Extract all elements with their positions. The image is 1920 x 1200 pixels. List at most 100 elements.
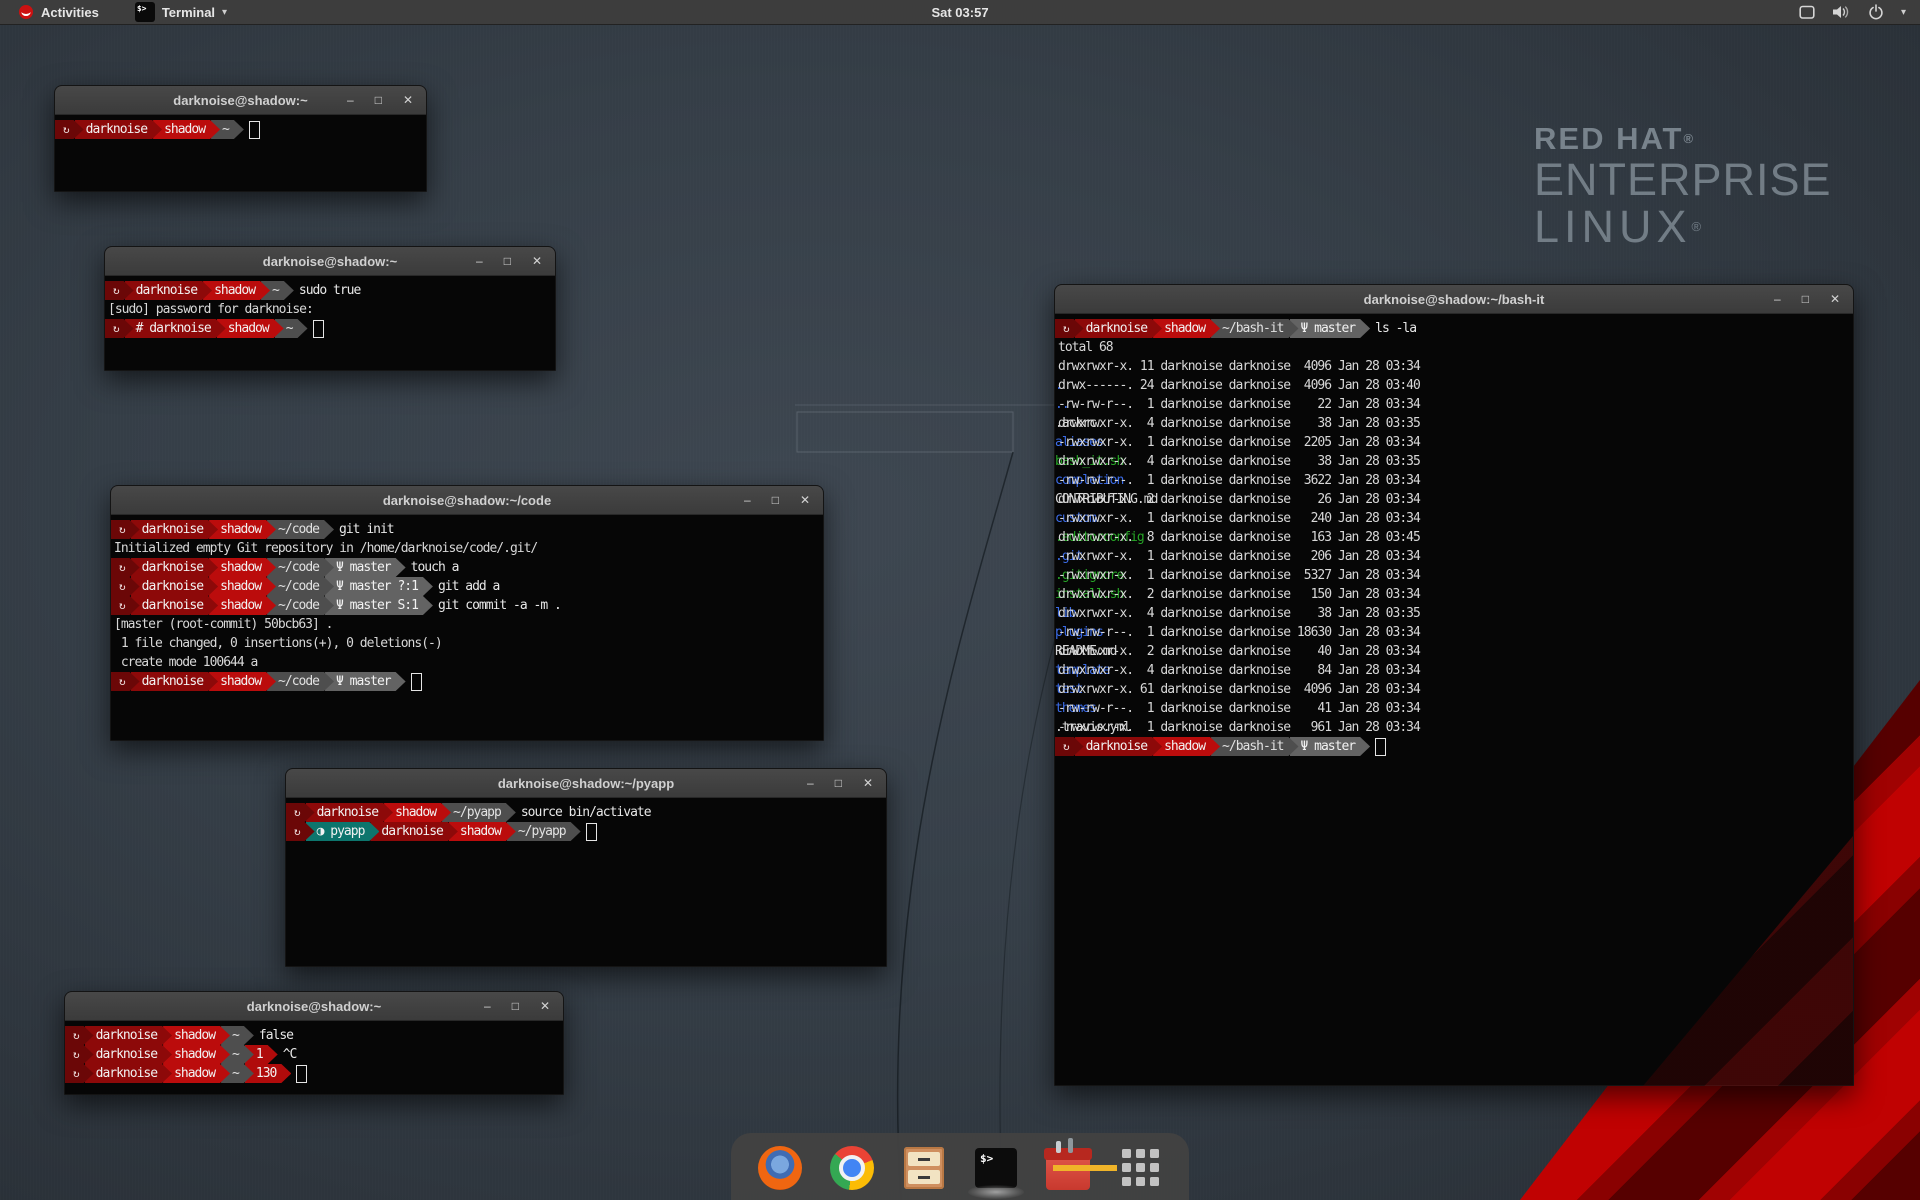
minimize-button[interactable]: – [1774,285,1781,313]
terminal-output-line: create mode 100644 a [111,653,823,672]
terminal-body[interactable]: ↻darknoiseshadow~/bash-itΨ masterls -lat… [1055,314,1853,1086]
terminal-body[interactable]: ↻darknoiseshadow~ [55,115,426,192]
shell-cursor [313,320,324,338]
volume-icon[interactable] [1832,4,1851,20]
ls-row: -rw-rw-r--. 1 darknoise darknoise 22 Jan… [1055,395,1853,414]
close-button[interactable]: ✕ [863,769,873,797]
prompt-segment-host: shadow [163,1064,230,1083]
terminal-output-text: [master (root-commit) 50bcb63] . [111,615,823,634]
prompt-segment-branch: Ψ master [325,672,406,691]
window-titlebar[interactable]: darknoise@shadow:~/bash-it–□✕ [1055,285,1853,314]
minimize-button[interactable]: – [744,486,751,514]
prompt-segment-user: darknoise [131,558,218,577]
dock-item-files[interactable] [901,1145,947,1191]
dock-item-chrome[interactable] [829,1145,875,1191]
prompt-segment-host: shadow [1153,319,1220,338]
ls-row: drwxrwxr-x. 2 darknoise darknoise 40 Jan… [1055,642,1853,661]
close-button[interactable]: ✕ [540,992,550,1020]
window-controls: –□ ✕ [484,992,563,1020]
window-titlebar[interactable]: darknoise@shadow:~/code–□✕ [111,486,823,515]
brand-line-1: RED HAT® [1534,122,1832,156]
dock: $> [731,1133,1189,1200]
prompt-segment-host: shadow [203,281,270,300]
terminal-body[interactable]: ↻darknoiseshadow~sudo true[sudo] passwor… [105,276,555,371]
close-button[interactable]: ✕ [800,486,810,514]
shell-command: ls -la [1375,319,1416,338]
shell-command: sudo true [299,281,360,300]
minimize-button[interactable]: – [476,247,483,275]
clock[interactable]: Sat 03:57 [931,5,988,20]
terminal-output-line: 1 file changed, 0 insertions(+), 0 delet… [111,634,823,653]
ls-row: -rw-rw-r--. 1 darknoise darknoise 3622 J… [1055,471,1853,490]
terminal-body[interactable]: ↻darknoiseshadow~false↻darknoiseshadow~1… [65,1021,563,1095]
ls-row: drwxrwxr-x. 2 darknoise darknoise 26 Jan… [1055,490,1853,509]
prompt-segment-path: ~/pyapp [442,803,516,822]
files-icon [904,1147,944,1189]
ls-row-meta: -rw-rw-r--. 1 darknoise darknoise 3622 J… [1055,471,1853,490]
terminal-app-icon: $> [135,2,155,22]
terminal-output-line: [sudo] password for darknoise: [105,300,555,319]
maximize-button[interactable]: □ [375,86,382,114]
maximize-button[interactable]: □ [1802,285,1809,313]
terminal-prompt-line: ↻darknoiseshadow~130 [65,1064,563,1083]
shell-cursor [249,121,260,139]
shell-cursor [586,823,597,841]
ls-row-meta: drwxrwxr-x. 4 darknoise darknoise 38 Jan… [1055,452,1853,471]
prompt-segment-host: shadow [209,672,276,691]
redhat-logo-icon [18,4,34,20]
window-titlebar[interactable]: darknoise@shadow:~–□✕ [55,86,426,115]
dock-item-firefox[interactable] [757,1145,803,1191]
prompt-segment-host: shadow [163,1026,230,1045]
prompt-segment-path: ~/bash-it [1211,737,1298,756]
display-icon[interactable] [1799,5,1815,20]
app-menu-label: Terminal [162,5,215,20]
terminal-icon: $> [975,1148,1017,1188]
activities-label: Activities [41,5,99,20]
ls-row-meta: -rwxrwxr-x. 1 darknoise darknoise 206 Ja… [1055,547,1853,566]
minimize-button[interactable]: – [347,86,354,114]
window-titlebar[interactable]: darknoise@shadow:~/pyapp–□✕ [286,769,886,798]
prompt-segment-host: shadow [1153,737,1220,756]
terminal-body[interactable]: ↻darknoiseshadow~/codegit initInitialize… [111,515,823,741]
ls-row-meta: drwxrwxr-x. 4 darknoise darknoise 38 Jan… [1055,604,1853,623]
prompt-segment-user: darknoise [131,520,218,539]
prompt-segment-user: darknoise [306,803,393,822]
close-button[interactable]: ✕ [1830,285,1840,313]
minimize-button[interactable]: – [484,992,491,1020]
dock-item-terminal[interactable]: $> [973,1145,1019,1191]
ls-row-meta: -rw-rw-r--. 1 darknoise darknoise 18630 … [1055,623,1853,642]
window-titlebar[interactable]: darknoise@shadow:~–□✕ [65,992,563,1021]
maximize-button[interactable]: □ [512,992,519,1020]
window-titlebar[interactable]: darknoise@shadow:~–□✕ [105,247,555,276]
app-grid-dot [1150,1163,1159,1172]
close-button[interactable]: ✕ [403,86,413,114]
shell-command: source bin/activate [521,803,651,822]
terminal-window-t2: darknoise@shadow:~–□✕↻darknoiseshadow~su… [104,246,556,371]
maximize-button[interactable]: □ [504,247,511,275]
app-menu-terminal[interactable]: $> Terminal ▾ [127,0,235,24]
terminal-prompt-line: ↻darknoiseshadow~/codeΨ master [111,672,823,691]
power-icon[interactable] [1868,4,1884,20]
prompt-segment-branch: Ψ master [1290,737,1371,756]
terminal-body[interactable]: ↻darknoiseshadow~/pyappsource bin/activa… [286,798,886,967]
ls-row: -rw-rw-r--. 1 darknoise darknoise 18630 … [1055,623,1853,642]
dock-item-toolbox[interactable] [1045,1145,1091,1191]
minimize-button[interactable]: – [807,769,814,797]
shell-command: git commit -a -m . [438,596,561,615]
close-button[interactable]: ✕ [532,247,542,275]
app-grid-dot [1150,1149,1159,1158]
terminal-output-line: total 68 [1055,338,1853,357]
ls-row-meta: drwxrwxr-x. 61 darknoise darknoise 4096 … [1055,680,1853,699]
shell-command: git add a [438,577,499,596]
tray-chevron-down-icon[interactable]: ▾ [1901,7,1906,18]
maximize-button[interactable]: □ [835,769,842,797]
terminal-window-t5: darknoise@shadow:~–□✕↻darknoiseshadow~fa… [64,991,564,1095]
activities-button[interactable]: Activities [10,0,107,24]
firefox-icon [758,1146,802,1190]
toolbox-icon [1046,1154,1090,1190]
dock-item-appgrid[interactable] [1117,1145,1163,1191]
maximize-button[interactable]: □ [772,486,779,514]
terminal-prompt-line: ↻darknoiseshadow~ [55,120,426,139]
app-grid-dot [1136,1149,1145,1158]
window-controls: –□ ✕ [807,769,886,797]
